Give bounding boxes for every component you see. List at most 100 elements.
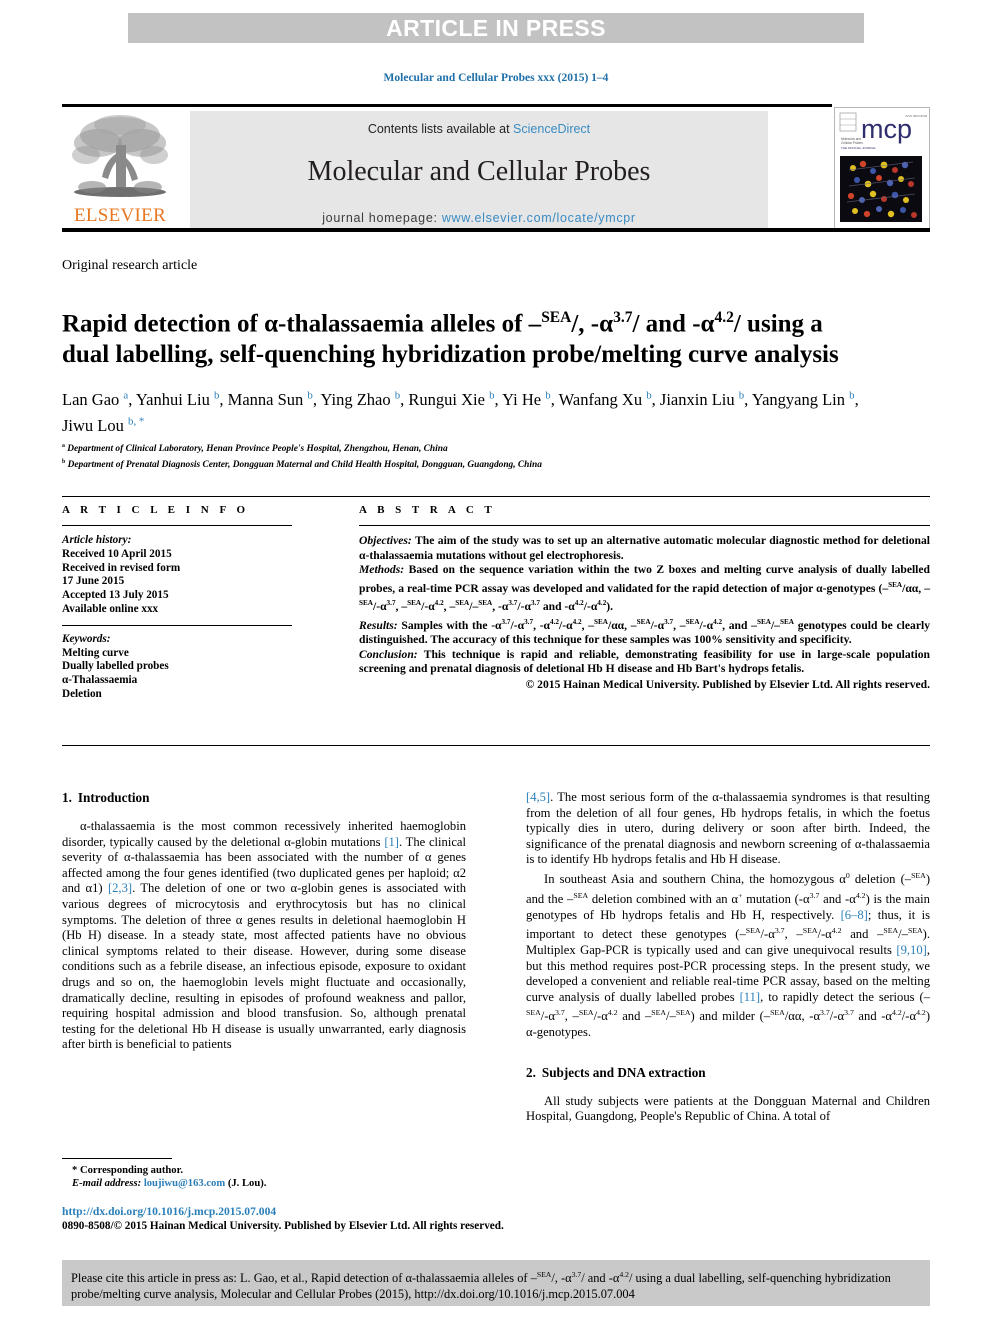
intro-paragraph-1: α-thalassaemia is the most common recess…	[62, 819, 467, 1052]
reference-link[interactable]: [9,10]	[896, 943, 926, 957]
journal-homepage-line: journal homepage: www.elsevier.com/locat…	[190, 211, 768, 225]
svg-text:Cellular Probes: Cellular Probes	[841, 141, 863, 145]
journal-masthead: ELSEVIER Contents lists available at Sci…	[62, 104, 930, 232]
journal-cover-thumbnail: ISSN 0890-8508 mcp Molecular and Cellula…	[834, 107, 930, 229]
author-name: Lan Gao	[62, 389, 120, 409]
author-item: Yanhui Liu b,	[135, 389, 228, 409]
homepage-label: journal homepage:	[322, 211, 442, 225]
author-item: Manna Sun b,	[227, 389, 321, 409]
title-part-2: /, -α	[571, 310, 614, 338]
author-item: Rungui Xie b,	[408, 389, 503, 409]
issn-copyright-line: 0890-8508/© 2015 Hainan Medical Universi…	[62, 1220, 504, 1232]
intro-paragraph-3: In southeast Asia and southern China, th…	[526, 870, 931, 1040]
footnote-email-line: E-mail address: loujiwu@163.com (J. Lou)…	[62, 1177, 466, 1190]
section-title: Introduction	[77, 790, 150, 805]
title-sup-42: 4.2	[714, 308, 734, 326]
article-in-press-label: ARTICLE IN PRESS	[386, 14, 606, 41]
subjects-paragraph-1: All study subjects were patients at the …	[526, 1093, 930, 1124]
footnote-email-link[interactable]: loujiwu@163.com	[144, 1178, 225, 1189]
citation-part-1: Please cite this article in press as: L.…	[71, 1271, 537, 1286]
body-column-right: [4,5]. The most serious form of the α-th…	[526, 790, 930, 1125]
author-mark[interactable]: b, *	[128, 416, 144, 428]
article-history-label: Article history:	[62, 534, 132, 546]
elsevier-tree-icon	[72, 115, 168, 197]
reference-link[interactable]: [2,3]	[108, 881, 132, 895]
title-part-3: / and -α	[632, 310, 715, 338]
author-mark[interactable]: b	[307, 389, 312, 401]
author-name: Yangyang Lin	[751, 389, 846, 409]
author-item: Jianxin Liu b,	[659, 389, 752, 409]
keyword-item: Melting curve	[62, 646, 129, 659]
elsevier-logo: ELSEVIER	[64, 111, 176, 227]
journal-cover-image: ISSN 0890-8508 mcp Molecular and Cellula…	[835, 108, 928, 226]
body-column-left: 1. Introduction α-thalassaemia is the mos…	[62, 790, 466, 1053]
keywords-divider	[62, 624, 292, 626]
contents-line: Contents lists available at ScienceDirec…	[190, 122, 768, 136]
author-mark[interactable]: b	[739, 389, 744, 401]
author-mark[interactable]: b	[214, 389, 219, 401]
abstract-results-label: Results:	[359, 618, 398, 632]
reference-link[interactable]: [11]	[740, 990, 761, 1004]
author-name: Jiwu Lou	[62, 416, 124, 435]
article-in-press-banner: ARTICLE IN PRESS	[128, 13, 864, 43]
abstract-objectives-label: Objectives:	[359, 534, 412, 547]
reference-link[interactable]: [6–8]	[841, 908, 868, 922]
author-mark[interactable]: b	[395, 389, 400, 401]
author-name: Yanhui Liu	[135, 389, 210, 409]
abstract-copyright: © 2015 Hainan Medical University. Publis…	[525, 677, 930, 691]
title-sup-37: 3.7	[613, 308, 633, 326]
sciencedirect-link[interactable]: ScienceDirect	[513, 122, 590, 136]
author-mark[interactable]: b	[545, 389, 550, 401]
section-number: 2.	[526, 1064, 536, 1080]
author-item: Lan Gao a,	[62, 389, 136, 409]
abstract-body: Objectives: The aim of the study was to …	[359, 534, 930, 693]
section-number: 1.	[62, 790, 72, 805]
abstract-results: Results: Samples with the -α3.7/-α3.7, -…	[359, 615, 930, 648]
author-item: Jiwu Lou b, *	[62, 416, 144, 436]
author-name: Yi He	[502, 389, 542, 409]
abstract-methods: Methods: Based on the sequence variation…	[359, 563, 930, 615]
masthead-rule-bottom	[62, 228, 930, 232]
article-history-item: 17 June 2015	[62, 575, 125, 588]
footnote-corresponding: * Corresponding author.	[72, 1165, 183, 1176]
abstract-objectives: Objectives: The aim of the study was to …	[359, 534, 930, 563]
contents-prefix: Contents lists available at	[367, 122, 514, 136]
corresponding-author-footnote: * Corresponding author. E-mail address: …	[62, 1158, 466, 1190]
keyword-item: Deletion	[62, 687, 102, 700]
title-part-1: Rapid detection of α-thalassaemia allele…	[62, 310, 542, 338]
author-mark[interactable]: a	[123, 389, 128, 401]
affiliation-mark: a	[62, 443, 65, 449]
journal-title: Molecular and Cellular Probes	[307, 156, 651, 187]
citation-part-2: /, -α	[551, 1271, 572, 1286]
abstract-conclusion-text: This technique is rapid and reliable, de…	[359, 647, 930, 676]
article-info-divider	[62, 525, 292, 526]
reference-link[interactable]: [1]	[384, 835, 399, 849]
paper-page: ARTICLE IN PRESS Molecular and Cellular …	[0, 0, 992, 1323]
homepage-url-link[interactable]: www.elsevier.com/locate/ymcpr	[442, 211, 636, 225]
affiliation-text: Department of Prenatal Diagnosis Center,…	[67, 459, 542, 470]
svg-text:mcp: mcp	[861, 114, 912, 144]
author-name: Manna Sun	[227, 389, 304, 409]
abstract-column: A B S T R A C T Objectives: The aim of t…	[359, 504, 930, 693]
article-info-column: A R T I C L E I N F O Article history: R…	[62, 504, 292, 702]
author-name: Jianxin Liu	[659, 389, 735, 409]
doi-link[interactable]: http://dx.doi.org/10.1016/j.mcp.2015.07.…	[62, 1205, 662, 1218]
citation-box: Please cite this article in press as: L.…	[62, 1260, 930, 1306]
affiliation-text: Department of Clinical Laboratory, Henan…	[67, 444, 448, 455]
keyword-item: Dually labelled probes	[62, 660, 169, 673]
author-mark[interactable]: b	[646, 389, 651, 401]
footnote-rule	[62, 1158, 172, 1159]
author-name: Ying Zhao	[320, 389, 391, 409]
article-type-label: Original research article	[62, 258, 198, 273]
citation-text: Please cite this article in press as: L.…	[71, 1267, 921, 1302]
article-info-heading: A R T I C L E I N F O	[62, 504, 250, 516]
author-item: Ying Zhao b,	[320, 389, 409, 409]
author-mark[interactable]: b	[849, 389, 854, 401]
masthead-rule-top	[62, 104, 832, 107]
body-columns: 1. Introduction α-thalassaemia is the mos…	[62, 790, 930, 1220]
author-name: Rungui Xie	[408, 389, 485, 409]
reference-link[interactable]: [4,5]	[526, 790, 550, 804]
running-head: Molecular and Cellular Probes xxx (2015)…	[383, 72, 609, 84]
keywords-block: Keywords: Melting curve Dually labelled …	[62, 633, 292, 702]
author-mark[interactable]: b	[489, 389, 494, 401]
